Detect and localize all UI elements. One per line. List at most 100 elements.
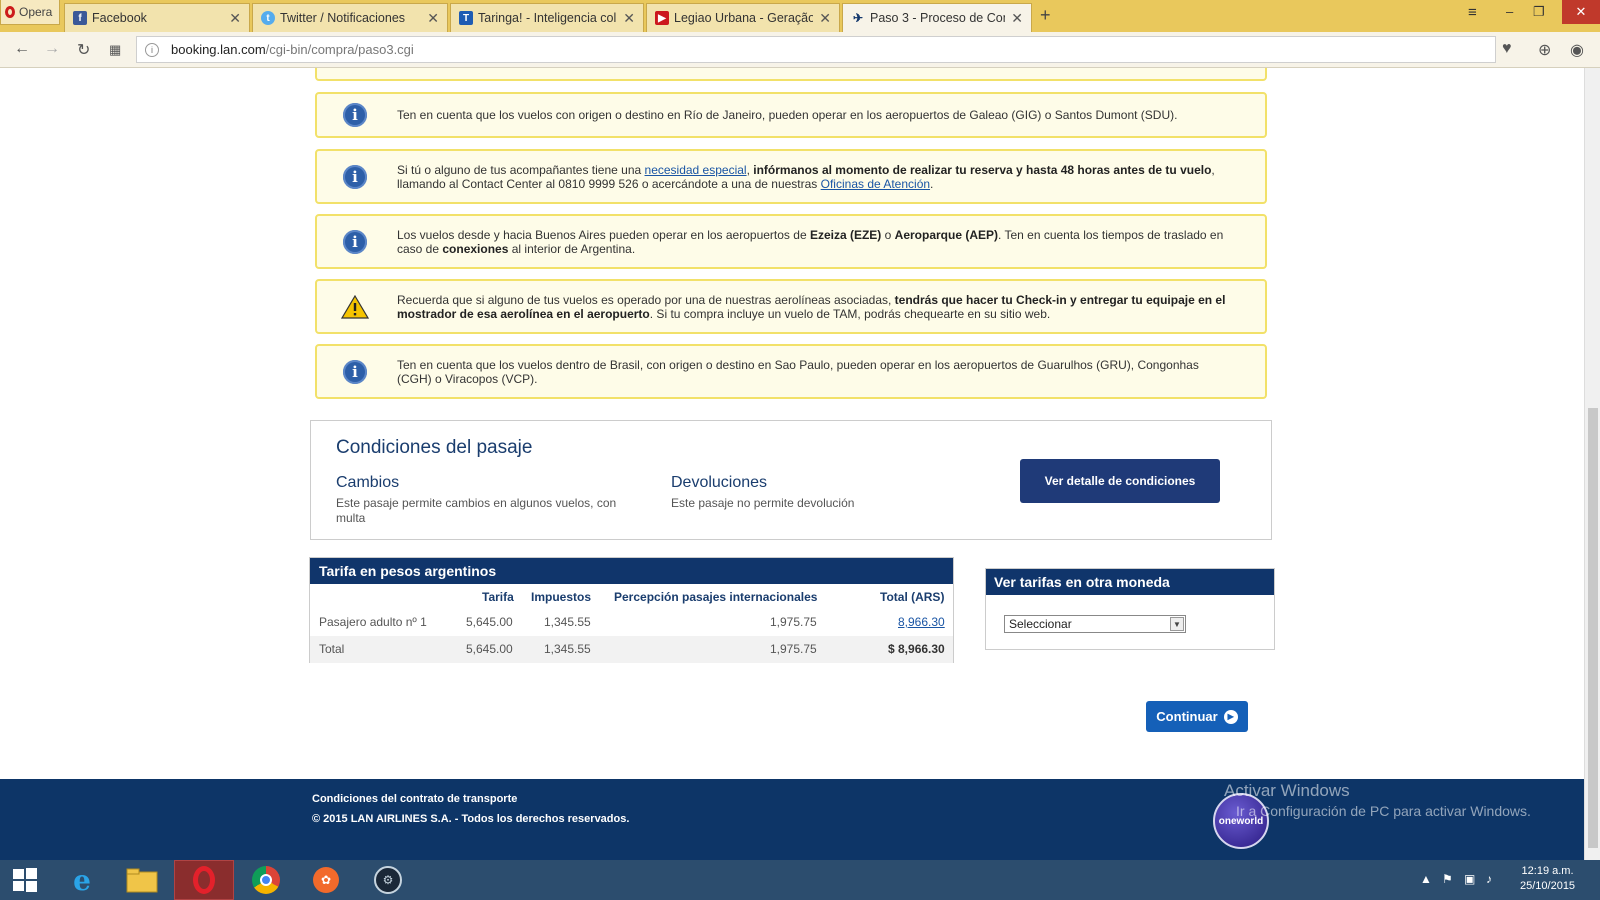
notice-text: Los vuelos desde y hacia Buenos Aires pu… — [397, 227, 1224, 256]
close-tab-icon[interactable]: ✕ — [1011, 10, 1023, 27]
activate-windows-text: Ir a Configuración de PC para activar Wi… — [1236, 803, 1531, 819]
fare-table: Tarifa en pesos argentinos Tarifa Impues… — [309, 557, 954, 663]
new-tab-icon[interactable]: + — [1040, 5, 1051, 26]
devoluciones-title: Devoluciones — [671, 474, 768, 491]
activate-windows-title: Activar Windows — [1224, 781, 1350, 800]
tab-youtube[interactable]: ▶ Legiao Urbana - Geração ✕ — [646, 3, 840, 32]
bookmark-heart-icon[interactable]: ♥ — [1502, 40, 1512, 58]
special-need-link[interactable]: necesidad especial — [645, 163, 747, 177]
site-info-icon[interactable]: i — [145, 42, 159, 57]
browser-tab-bar: Opera f Facebook ✕ t Twitter / Notificac… — [0, 0, 1600, 32]
opera-menu-button[interactable]: Opera — [0, 0, 60, 25]
page-scrollbar[interactable] — [1584, 68, 1600, 860]
opera-taskbar-icon[interactable] — [174, 860, 234, 900]
account-icon[interactable]: ◉ — [1570, 40, 1584, 60]
close-tab-icon[interactable]: ✕ — [427, 10, 439, 27]
address-bar: ← → ↻ ▦ i booking.lan.com /cgi-bin/compr… — [0, 32, 1600, 68]
devoluciones-text: Este pasaje no permite devolución — [671, 496, 855, 510]
notice-partner-airlines: Recuerda que si alguno de tus vuelos es … — [315, 279, 1267, 334]
tab-title: Twitter / Notificaciones — [280, 11, 406, 25]
tab-title: Taringa! - Inteligencia col — [478, 11, 617, 25]
notice-text: Ten en cuenta que los vuelos con origen … — [397, 108, 1178, 122]
show-hidden-icons-icon[interactable]: ▲ — [1420, 872, 1432, 886]
tab-taringa[interactable]: T Taringa! - Inteligencia col ✕ — [450, 3, 644, 32]
reload-icon[interactable]: ↻ — [77, 40, 90, 60]
tab-twitter[interactable]: t Twitter / Notificaciones ✕ — [252, 3, 448, 32]
tab-title: Paso 3 - Proceso de Comp — [870, 11, 1006, 25]
notice-special-needs: i Si tú o alguno de tus acompañantes tie… — [315, 149, 1267, 204]
tab-title: Facebook — [92, 11, 147, 25]
notice-text: Recuerda que si alguno de tus vuelos es … — [397, 292, 1226, 321]
scrollbar-thumb[interactable] — [1588, 408, 1598, 848]
minimize-icon[interactable]: – — [1506, 4, 1513, 19]
download-icon[interactable]: ⊕ — [1538, 40, 1551, 60]
row-label: Total — [319, 642, 345, 656]
oneworld-logo-icon: oneworld — [1213, 793, 1269, 849]
tab-lan-paso3[interactable]: ✈ Paso 3 - Proceso de Comp ✕ — [842, 3, 1032, 32]
fare-table-title: Tarifa en pesos argentinos — [310, 558, 953, 584]
row-impuestos: 1,345.55 — [544, 642, 591, 656]
header-tarifa: Tarifa — [482, 590, 514, 604]
currency-select[interactable]: Seleccionar ▼ — [1004, 615, 1186, 633]
internet-explorer-icon[interactable]: e — [52, 860, 112, 900]
row-total: $ 8,966.30 — [888, 642, 945, 656]
page-content: i Ten en cuenta que los vuelos con orige… — [0, 68, 1584, 860]
notice-text: Ten en cuenta que los vuelos dentro de B… — [397, 357, 1199, 386]
chrome-icon[interactable] — [236, 860, 296, 900]
row-label: Pasajero adulto nº 1 — [319, 615, 427, 629]
system-clock[interactable]: 12:19 a.m. 25/10/2015 — [1520, 864, 1575, 894]
close-window-icon[interactable]: ✕ — [1562, 0, 1600, 24]
offices-link[interactable]: Oficinas de Atención — [821, 177, 930, 191]
notice-text: Si tú o alguno de tus acompañantes tiene… — [397, 162, 1215, 191]
table-row: Total 5,645.00 1,345.55 1,975.75 $ 8,966… — [310, 636, 953, 663]
chevron-down-icon: ▼ — [1170, 617, 1184, 631]
row-impuestos: 1,345.55 — [544, 615, 591, 629]
restore-icon[interactable]: ❐ — [1533, 4, 1545, 20]
close-tab-icon[interactable]: ✕ — [229, 10, 241, 27]
lan-icon: ✈ — [852, 11, 864, 25]
warning-icon — [341, 294, 369, 319]
back-icon[interactable]: ← — [14, 40, 30, 58]
info-icon: i — [343, 164, 367, 189]
youtube-icon: ▶ — [655, 11, 669, 25]
notice-previous — [315, 68, 1267, 81]
url-field[interactable]: i booking.lan.com /cgi-bin/compra/paso3.… — [136, 36, 1496, 63]
cambios-text: Este pasaje permite cambios en algunos v… — [336, 496, 617, 525]
close-tab-icon[interactable]: ✕ — [623, 10, 635, 27]
row-tarifa: 5,645.00 — [466, 615, 513, 629]
view-conditions-button[interactable]: Ver detalle de condiciones — [1020, 459, 1220, 503]
tab-facebook[interactable]: f Facebook ✕ — [64, 3, 250, 32]
notice-sao-paulo: i Ten en cuenta que los vuelos dentro de… — [315, 344, 1267, 399]
other-currency-panel: Ver tarifas en otra moneda Seleccionar ▼ — [985, 568, 1275, 650]
speed-dial-icon[interactable]: ▦ — [109, 42, 121, 58]
url-host: booking.lan.com — [171, 42, 266, 57]
windows-taskbar: e ✿ ⚙ ▲ ⚑ ▣ ♪ 12:19 a.m. 25/10/2015 — [0, 860, 1600, 900]
tab-menu-icon[interactable]: ≡ — [1468, 4, 1477, 21]
url-path: /cgi-bin/compra/paso3.cgi — [265, 42, 414, 57]
forward-icon[interactable]: → — [44, 40, 60, 58]
continue-label: Continuar — [1156, 709, 1218, 724]
transport-contract-link[interactable]: Condiciones del contrato de transporte — [312, 793, 517, 805]
opera-label: Opera — [19, 5, 53, 19]
clock-time: 12:19 a.m. — [1521, 865, 1574, 877]
facebook-icon: f — [73, 11, 87, 25]
conditions-panel: Condiciones del pasaje Cambios Este pasa… — [310, 420, 1272, 540]
steam-icon[interactable]: ⚙ — [358, 860, 418, 900]
row-percepcion: 1,975.75 — [770, 615, 817, 629]
close-tab-icon[interactable]: ✕ — [819, 10, 831, 27]
continue-button[interactable]: Continuar ▶ — [1146, 701, 1248, 732]
action-center-icon[interactable]: ⚑ — [1442, 872, 1453, 886]
other-currency-title: Ver tarifas en otra moneda — [986, 569, 1274, 595]
header-impuestos: Impuestos — [531, 590, 592, 604]
windows-start-icon[interactable] — [0, 860, 50, 900]
network-icon[interactable]: ▣ — [1464, 872, 1475, 886]
twitter-icon: t — [261, 11, 275, 25]
opera-logo-icon — [5, 6, 15, 18]
row-percepcion: 1,975.75 — [770, 642, 817, 656]
volume-icon[interactable]: ♪ — [1486, 872, 1492, 886]
conditions-title: Condiciones del pasaje — [336, 437, 533, 458]
row-total-link[interactable]: 8,966.30 — [898, 615, 945, 629]
file-explorer-icon[interactable] — [112, 860, 172, 900]
currency-selected-value: Seleccionar — [1009, 617, 1072, 631]
app-orange-icon[interactable]: ✿ — [296, 860, 356, 900]
